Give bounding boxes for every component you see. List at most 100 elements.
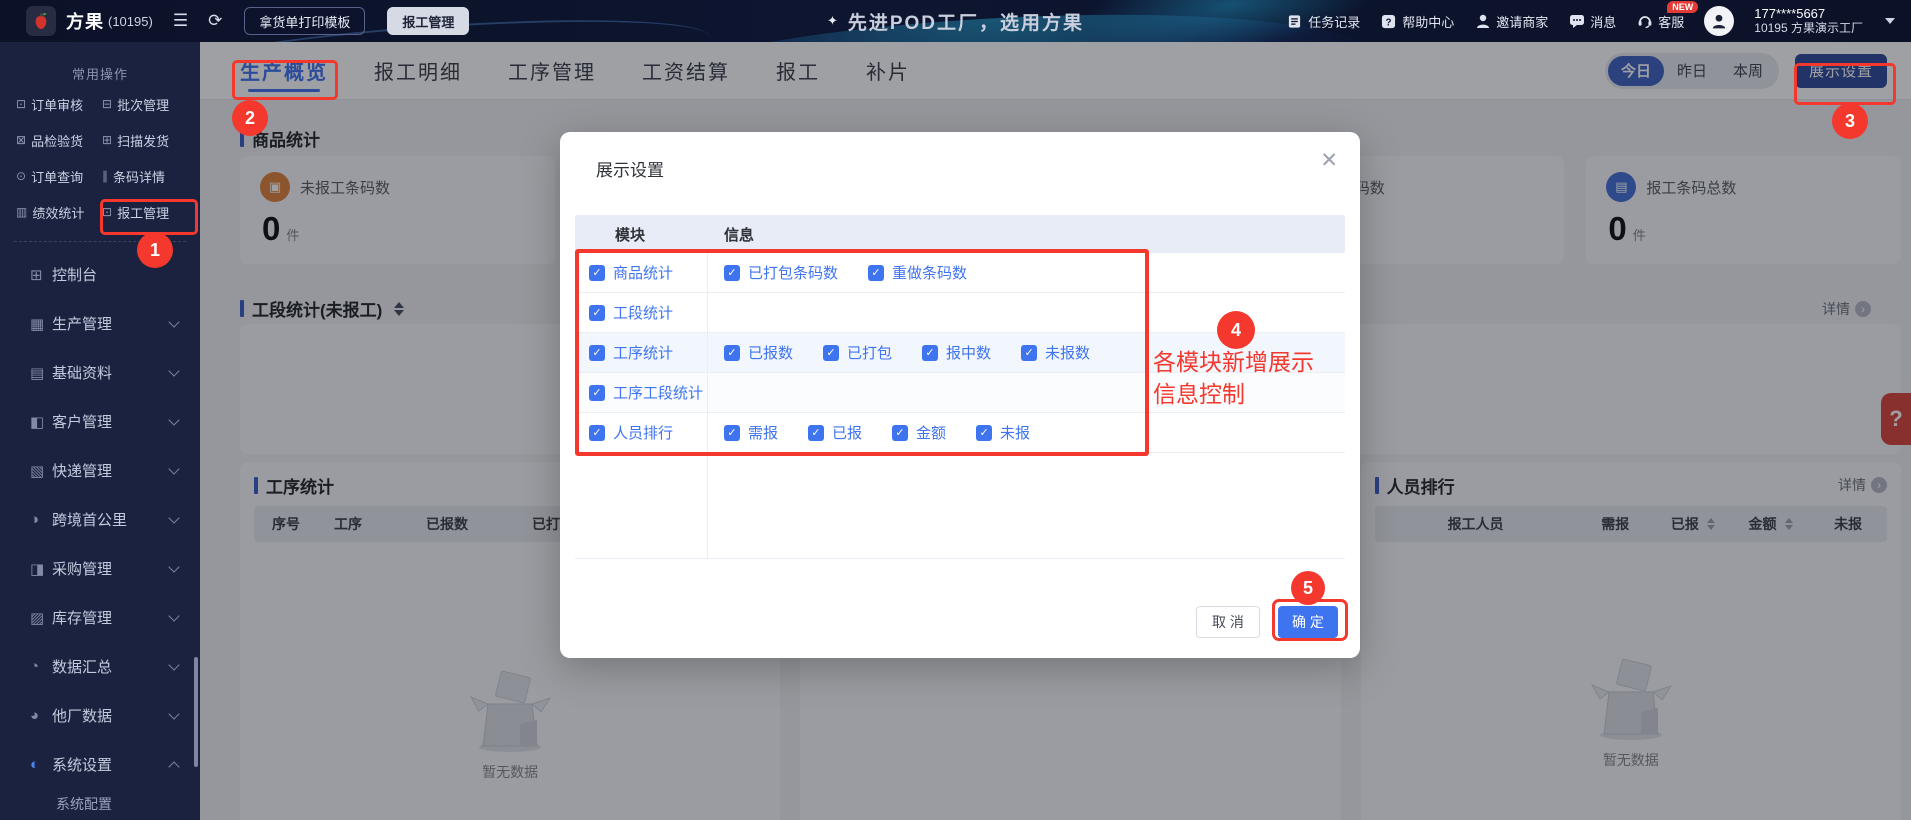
user-phone: 177****5667 xyxy=(1754,6,1826,21)
sidebar-item-system-settings[interactable]: ◐ 系统设置 xyxy=(0,740,200,789)
other-factory-icon: ◕ xyxy=(30,707,40,724)
sidebar-item-purchasing[interactable]: ◨ 采购管理 xyxy=(0,544,200,593)
confirm-button[interactable]: 确 定 xyxy=(1278,606,1338,638)
checkbox-checked-icon: ✓ xyxy=(892,424,909,441)
module-checkbox[interactable]: ✓ 人员排行 xyxy=(589,422,673,443)
quality-check-icon: ⊠ xyxy=(16,133,27,147)
modal-title: 展示设置 xyxy=(596,161,664,180)
nav-customer-service[interactable]: NEW 客服 xyxy=(1636,0,1699,31)
sidebar-item-other-factory[interactable]: ◕ 他厂数据 xyxy=(0,691,200,740)
info-checkbox[interactable]: ✓ 重做条码数 xyxy=(868,262,967,283)
quick-item-batch-management[interactable]: ⊟ 批次管理 xyxy=(102,93,188,115)
svg-text:?: ? xyxy=(1386,17,1392,28)
quick-item-barcode-detail[interactable]: ∥ 条码详情 xyxy=(102,165,188,187)
apple-logo-icon xyxy=(35,13,47,29)
crossborder-icon: ◑ xyxy=(30,511,40,528)
batch-management-icon: ⊟ xyxy=(102,97,113,111)
info-checkbox[interactable]: ✓ 已打包条码数 xyxy=(724,262,838,283)
sidebar: 常用操作 ⊡ 订单审核 ⊟ 批次管理 ⊠ 品检验货 ⊞ 扫描发货 ⊙ 订单查询 ∥ 条码详情… xyxy=(0,42,200,820)
nav-messages[interactable]: 消息 xyxy=(1568,12,1616,31)
sidebar-item-production[interactable]: ▦ 生产管理 xyxy=(0,299,200,348)
info-checkbox[interactable]: ✓ 报中数 xyxy=(922,342,991,363)
quick-item-quality-check[interactable]: ⊠ 品检验货 xyxy=(16,129,102,151)
production-icon: ▦ xyxy=(30,315,45,333)
collapse-menu-icon[interactable]: ☰ xyxy=(173,11,188,31)
close-icon[interactable]: ✕ xyxy=(1320,148,1338,173)
customers-icon: ◧ xyxy=(30,413,45,431)
module-checkbox[interactable]: ✓ 工序统计 xyxy=(589,342,673,363)
checkbox-checked-icon: ✓ xyxy=(589,264,605,281)
user-info[interactable]: 177****5667 10195 方果演示工厂 xyxy=(1754,6,1863,36)
info-checkbox[interactable]: ✓ 需报 xyxy=(724,422,778,443)
modal-settings-table: 模块 信息 ✓ 商品统计 ✓ 已打包条码数 ✓ 重做条码数 ✓ 工段统计 ✓ 工序统计 ✓… xyxy=(575,215,1345,559)
inventory-icon: ▨ xyxy=(30,609,45,627)
quick-actions-grid: ⊡ 订单审核 ⊟ 批次管理 ⊠ 品检验货 ⊞ 扫描发货 ⊙ 订单查询 ∥ 条码详情 ▥ 绩效统… xyxy=(0,83,200,223)
checkbox-checked-icon: ✓ xyxy=(823,344,840,361)
info-checkbox[interactable]: ✓ 已报 xyxy=(808,422,862,443)
sidebar-item-customers[interactable]: ◧ 客户管理 xyxy=(0,397,200,446)
chevron-down-icon xyxy=(168,511,180,524)
app-header: 方果 (10195) ☰ ⟳ 拿货单打印模板 报工管理 ✦ 先进POD工厂，选用… xyxy=(0,0,1911,42)
brand-name: 方果 xyxy=(66,12,104,32)
user-org: 10195 方果演示工厂 xyxy=(1754,21,1863,35)
chevron-down-icon xyxy=(168,413,180,426)
pickup-print-template-button[interactable]: 拿货单打印模板 xyxy=(244,7,366,35)
chevron-down-icon xyxy=(168,707,180,720)
quick-item-order-query[interactable]: ⊙ 订单查询 xyxy=(16,165,102,187)
info-checkbox[interactable]: ✓ 未报数 xyxy=(1021,342,1090,363)
checkbox-checked-icon: ✓ xyxy=(724,424,740,441)
checkbox-checked-icon: ✓ xyxy=(589,344,605,361)
module-checkbox[interactable]: ✓ 工段统计 xyxy=(589,302,673,323)
sparkle-icon: ✦ xyxy=(826,13,840,28)
sidebar-item-console[interactable]: ⊞ 控制台 xyxy=(0,250,200,299)
sidebar-item-express[interactable]: ▧ 快递管理 xyxy=(0,446,200,495)
scan-ship-icon: ⊞ xyxy=(102,133,113,147)
quick-item-scan-ship[interactable]: ⊞ 扫描发货 xyxy=(102,129,188,151)
sidebar-item-data-summary[interactable]: ◔ 数据汇总 xyxy=(0,642,200,691)
nav-invite-merchant[interactable]: 邀请商家 xyxy=(1474,12,1548,31)
quick-actions-title: 常用操作 xyxy=(71,67,128,82)
sidebar-subitem-system-config[interactable]: 系统配置 xyxy=(0,789,200,819)
help-center-icon: ? xyxy=(1380,13,1397,30)
report-management-button[interactable]: 报工管理 xyxy=(387,7,470,35)
user-dropdown-caret-icon[interactable] xyxy=(1885,18,1895,24)
chevron-down-icon xyxy=(168,364,180,377)
info-checkbox[interactable]: ✓ 已打包 xyxy=(823,342,892,363)
app-logo xyxy=(26,6,56,36)
task-record-icon xyxy=(1286,13,1303,30)
console-icon: ⊞ xyxy=(30,266,43,284)
sidebar-item-inventory[interactable]: ▨ 库存管理 xyxy=(0,593,200,642)
nav-help-center[interactable]: ? 帮助中心 xyxy=(1380,12,1454,31)
checkbox-checked-icon: ✓ xyxy=(589,304,605,321)
cancel-button[interactable]: 取 消 xyxy=(1196,606,1260,638)
info-checkbox[interactable]: ✓ 未报 xyxy=(976,422,1030,443)
sidebar-item-crossborder[interactable]: ◑ 跨境首公里 xyxy=(0,495,200,544)
checkbox-checked-icon: ✓ xyxy=(868,264,885,281)
person-icon xyxy=(1713,14,1726,29)
quick-item-report-management[interactable]: ⊡ 报工管理 xyxy=(102,201,188,223)
info-checkbox[interactable]: ✓ 已报数 xyxy=(724,342,793,363)
checkbox-checked-icon: ✓ xyxy=(1021,344,1038,361)
module-checkbox[interactable]: ✓ 商品统计 xyxy=(589,262,673,283)
table-row-personnel-ranking: ✓ 人员排行 ✓ 需报 ✓ 已报 ✓ 金额 ✓ 未报 xyxy=(575,413,1345,453)
sidebar-scrollbar-thumb[interactable] xyxy=(194,657,198,767)
header-slogan: ✦ 先进POD工厂，选用方果 xyxy=(826,12,1085,34)
user-avatar[interactable] xyxy=(1704,6,1735,36)
barcode-detail-icon: ∥ xyxy=(102,169,108,183)
module-checkbox[interactable]: ✓ 工序工段统计 xyxy=(589,382,703,403)
invite-merchant-icon xyxy=(1474,13,1491,30)
report-management-icon: ⊡ xyxy=(102,205,113,219)
nav-task-record[interactable]: 任务记录 xyxy=(1286,12,1360,31)
express-icon: ▧ xyxy=(30,462,45,480)
refresh-icon[interactable]: ⟳ xyxy=(208,11,222,31)
sidebar-item-basic-data[interactable]: ▤ 基础资料 xyxy=(0,348,200,397)
sidebar-divider xyxy=(14,241,186,242)
quick-item-order-audit[interactable]: ⊡ 订单审核 xyxy=(16,93,102,115)
quick-item-performance-stats[interactable]: ▥ 绩效统计 xyxy=(16,201,102,223)
checkbox-checked-icon: ✓ xyxy=(922,344,939,361)
system-settings-icon: ◐ xyxy=(30,756,40,773)
info-checkbox[interactable]: ✓ 金额 xyxy=(892,422,946,443)
purchasing-icon: ◨ xyxy=(30,560,45,578)
chevron-down-icon xyxy=(168,462,180,475)
customer-service-icon xyxy=(1636,13,1653,30)
